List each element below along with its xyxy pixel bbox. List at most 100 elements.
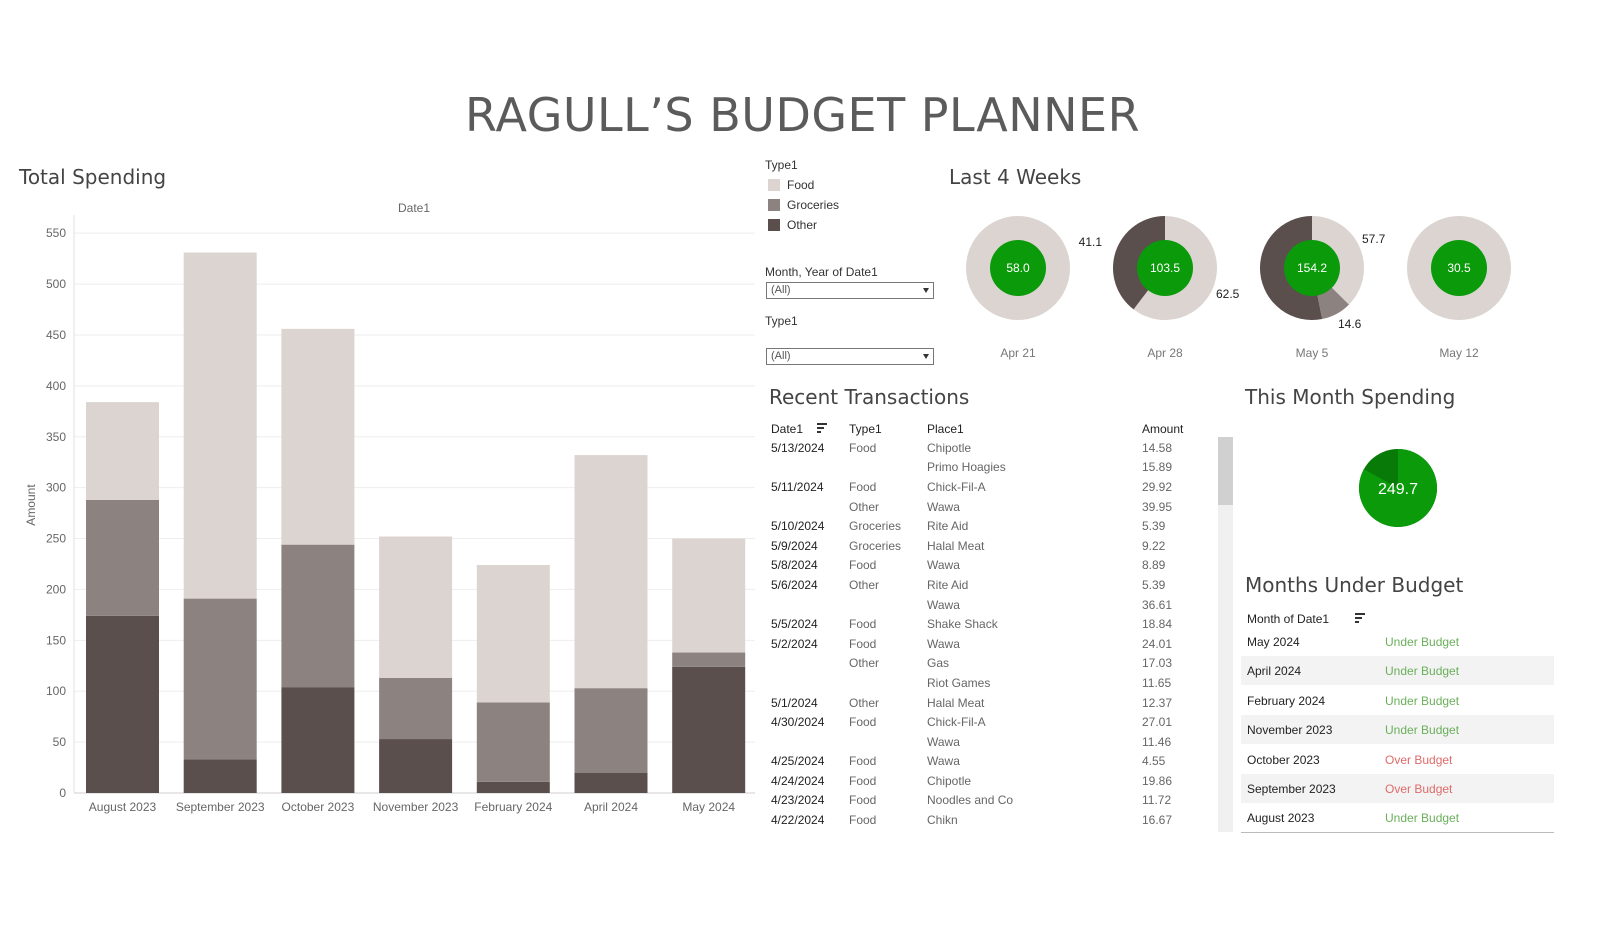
transactions-scrollbar[interactable] [1218, 437, 1233, 832]
bar-segment-other[interactable] [672, 666, 746, 793]
recent-transactions-title: Recent Transactions [769, 385, 970, 409]
type-filter-dropdown[interactable]: (All) [766, 348, 934, 365]
table-row[interactable]: Other Gas 17.03 [771, 654, 1172, 674]
header-type[interactable]: Type1 [849, 422, 882, 436]
bar-segment-food[interactable] [476, 565, 550, 703]
bar-segment-groceries[interactable] [281, 544, 355, 688]
bar-segment-other[interactable] [86, 615, 159, 793]
table-row[interactable]: 5/11/2024 Food Chick-Fil-A 29.92 [771, 477, 1172, 497]
table-row[interactable]: Riot Games 11.65 [771, 673, 1172, 693]
bar-segment-food[interactable] [379, 536, 453, 678]
table-row[interactable]: February 2024 Under Budget [1241, 685, 1554, 715]
table-row[interactable]: April 2024 Under Budget [1241, 656, 1554, 686]
table-row[interactable]: Wawa 36.61 [771, 595, 1172, 615]
transaction-amount: 5.39 [1142, 519, 1166, 534]
month-label: April 2024 [1247, 664, 1302, 679]
bar-segment-other[interactable] [281, 687, 355, 793]
table-row[interactable]: Primo Hoagies 15.89 [771, 458, 1172, 478]
table-row[interactable]: 5/2/2024 Food Wawa 24.01 [771, 634, 1172, 654]
transaction-type: Food [849, 813, 877, 828]
sort-icon[interactable] [817, 423, 827, 433]
bar-segment-other[interactable] [574, 772, 648, 793]
x-tick-label: April 2024 [584, 800, 638, 814]
header-month[interactable]: Month of Date1 [1247, 612, 1329, 626]
transaction-date [771, 595, 849, 615]
x-tick-label: October 2023 [282, 800, 355, 814]
bar-segment-food[interactable] [672, 538, 746, 653]
y-tick-label: 300 [46, 481, 66, 495]
bar-segment-other[interactable] [476, 781, 550, 793]
week-label: Apr 21 [1000, 346, 1036, 360]
y-tick-label: 450 [46, 328, 66, 342]
type-legend[interactable]: Food Groceries Other [768, 175, 839, 235]
table-row[interactable]: 4/30/2024 Food Chick-Fil-A 27.01 [771, 712, 1172, 732]
week-total-label: 30.5 [1447, 261, 1471, 275]
this-month-spending-pie: 249.7 [1359, 449, 1437, 527]
table-row[interactable]: 5/6/2024 Other Rite Aid 5.39 [771, 575, 1172, 595]
y-tick-label: 50 [53, 735, 67, 749]
table-row[interactable]: 5/1/2024 Other Halal Meat 12.37 [771, 693, 1172, 713]
sort-icon[interactable] [1355, 613, 1365, 623]
transaction-amount: 16.67 [1142, 813, 1173, 828]
scrollbar-thumb[interactable] [1218, 437, 1233, 505]
table-row[interactable]: August 2023 Under Budget [1241, 803, 1554, 833]
table-row[interactable]: November 2023 Under Budget [1241, 715, 1554, 745]
header-date[interactable]: Date1 [771, 422, 803, 436]
bar-segment-food[interactable] [183, 252, 257, 599]
segment-value-label: 62.5 [1216, 287, 1240, 301]
bar-segment-food[interactable] [86, 402, 159, 500]
transaction-place: Wawa [927, 636, 960, 651]
transaction-amount: 18.84 [1142, 617, 1173, 632]
table-row[interactable]: 5/10/2024 Groceries Rite Aid 5.39 [771, 516, 1172, 536]
bar-segment-groceries[interactable] [672, 652, 746, 667]
transaction-place: Wawa [927, 734, 960, 749]
week-total-label: 154.2 [1297, 261, 1327, 275]
legend-item[interactable]: Food [768, 175, 839, 195]
bar-segment-food[interactable] [574, 455, 648, 689]
transaction-type: Food [849, 479, 877, 494]
transaction-date: 5/9/2024 [771, 538, 818, 553]
segment-value-label: 41.1 [1079, 235, 1103, 249]
transaction-amount: 29.92 [1142, 479, 1173, 494]
bar-segment-groceries[interactable] [183, 598, 257, 760]
header-amount[interactable]: Amount [1142, 422, 1183, 436]
transaction-place: Rite Aid [927, 519, 969, 534]
table-row[interactable]: 5/13/2024 Food Chipotle 14.58 [771, 438, 1172, 458]
bar-segment-other[interactable] [183, 759, 257, 793]
table-row[interactable]: 4/23/2024 Food Noodles and Co 11.72 [771, 791, 1172, 811]
total-spending-chart: Date1 Amount 0 50 100 150 200 250 300 350 400 450… [24, 201, 755, 814]
table-row[interactable]: 4/24/2024 Food Chipotle 19.86 [771, 771, 1172, 791]
table-row[interactable]: September 2023 Over Budget [1241, 774, 1554, 803]
table-row[interactable]: 5/5/2024 Food Shake Shack 18.84 [771, 614, 1172, 634]
table-row[interactable]: May 2024 Under Budget [1241, 627, 1554, 656]
bar-segment-groceries[interactable] [476, 702, 550, 782]
transaction-type: Food [849, 793, 877, 808]
bar-segment-groceries[interactable] [86, 499, 159, 616]
month-filter-value: (All) [771, 284, 791, 296]
bar-segment-groceries[interactable] [574, 688, 648, 773]
legend-item[interactable]: Groceries [768, 195, 839, 215]
table-row[interactable]: 4/25/2024 Food Wawa 4.55 [771, 752, 1172, 772]
transaction-date: 5/8/2024 [771, 558, 818, 573]
week-label: May 12 [1439, 346, 1479, 360]
week-total-label: 103.5 [1150, 261, 1180, 275]
y-tick-label: 400 [46, 379, 66, 393]
bar-segment-food[interactable] [281, 328, 355, 545]
month-filter-dropdown[interactable]: (All) [766, 282, 934, 299]
transaction-amount: 15.89 [1142, 460, 1173, 475]
table-row[interactable]: October 2023 Over Budget [1241, 744, 1554, 774]
bar-segment-groceries[interactable] [379, 677, 453, 740]
bar-segment-other[interactable] [379, 739, 453, 793]
table-row[interactable]: 5/8/2024 Food Wawa 8.89 [771, 556, 1172, 576]
header-place[interactable]: Place1 [927, 422, 964, 436]
table-row[interactable]: 5/9/2024 Groceries Halal Meat 9.22 [771, 536, 1172, 556]
month-label: August 2023 [1247, 811, 1315, 826]
transaction-amount: 19.86 [1142, 773, 1173, 788]
transaction-place: Chikn [927, 813, 958, 828]
transaction-date: 5/5/2024 [771, 617, 818, 632]
month-label: September 2023 [1247, 782, 1336, 796]
legend-item[interactable]: Other [768, 215, 839, 235]
table-row[interactable]: 4/22/2024 Food Chikn 16.67 [771, 810, 1172, 830]
table-row[interactable]: Other Wawa 39.95 [771, 497, 1172, 517]
table-row[interactable]: Wawa 11.46 [771, 732, 1172, 752]
